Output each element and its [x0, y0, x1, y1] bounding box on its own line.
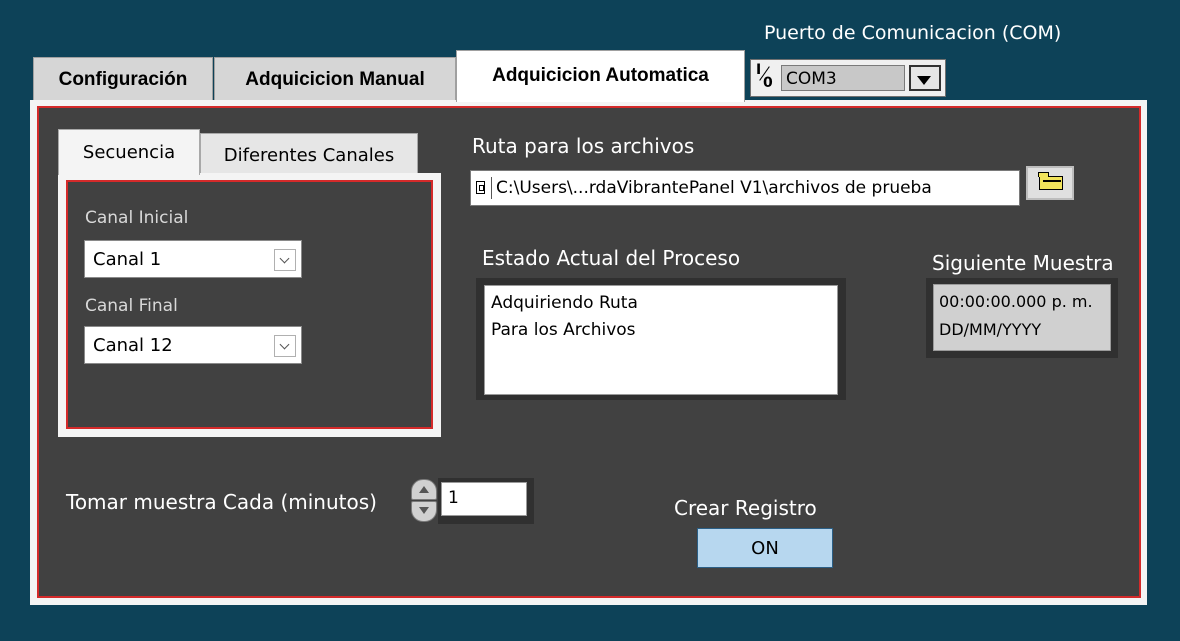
crear-registro-button[interactable]: ON: [697, 528, 833, 568]
canal-inicial-dropdown[interactable]: Canal 1: [84, 240, 302, 278]
siguiente-date: DD/MM/YYYY: [939, 320, 1042, 339]
tab-diferentes-canales[interactable]: Diferentes Canales: [200, 133, 418, 173]
folder-open-icon: [1038, 172, 1063, 190]
browse-button[interactable]: [1026, 166, 1074, 200]
dropdown-arrow-icon[interactable]: [909, 65, 941, 91]
path-icon: [475, 177, 492, 199]
io-icon: I0: [756, 62, 773, 91]
ruta-path-value: C:\Users\...rdaVibrantePanel V1\archivos…: [496, 178, 932, 198]
estado-line-1: Adquiriendo Ruta: [491, 293, 638, 313]
com-port-selector[interactable]: I0 COM3: [750, 59, 946, 97]
muestra-stepper[interactable]: [411, 479, 439, 523]
estado-label: Estado Actual del Proceso: [482, 246, 741, 270]
canal-inicial-label: Canal Inicial: [85, 208, 189, 228]
crear-registro-label: Crear Registro: [674, 496, 817, 520]
ruta-label: Ruta para los archivos: [472, 134, 695, 158]
siguiente-time: 00:00:00.000 p. m.: [939, 292, 1093, 311]
com-port-label: Puerto de Comunicacion (COM): [764, 22, 1062, 44]
estado-textbox: Adquiriendo Ruta Para los Archivos: [484, 285, 838, 395]
canal-final-dropdown[interactable]: Canal 12: [84, 326, 302, 364]
estado-line-2: Para los Archivos: [491, 320, 636, 340]
decrement-arrow-icon[interactable]: [411, 501, 437, 522]
tab-secuencia[interactable]: Secuencia: [58, 129, 200, 175]
canal-final-label: Canal Final: [85, 296, 178, 316]
muestra-input[interactable]: 1: [441, 482, 527, 516]
ruta-path-input[interactable]: C:\Users\...rdaVibrantePanel V1\archivos…: [470, 170, 1020, 206]
canal-final-value: Canal 12: [93, 334, 173, 356]
tab-adquisicion-automatica[interactable]: Adquicicion Automatica: [456, 50, 745, 102]
canal-inicial-value: Canal 1: [93, 248, 162, 270]
increment-arrow-icon[interactable]: [411, 479, 437, 500]
chevron-down-icon[interactable]: [274, 335, 296, 357]
tab-adquisicion-manual[interactable]: Adquicicion Manual: [214, 57, 456, 101]
tab-configuracion[interactable]: Configuración: [33, 57, 213, 101]
chevron-down-icon[interactable]: [274, 249, 296, 271]
siguiente-muestra-label: Siguiente Muestra: [932, 251, 1114, 275]
siguiente-muestra-display: 00:00:00.000 p. m. DD/MM/YYYY: [933, 284, 1111, 351]
muestra-label: Tomar muestra Cada (minutos): [66, 490, 377, 514]
com-port-value[interactable]: COM3: [781, 65, 905, 91]
